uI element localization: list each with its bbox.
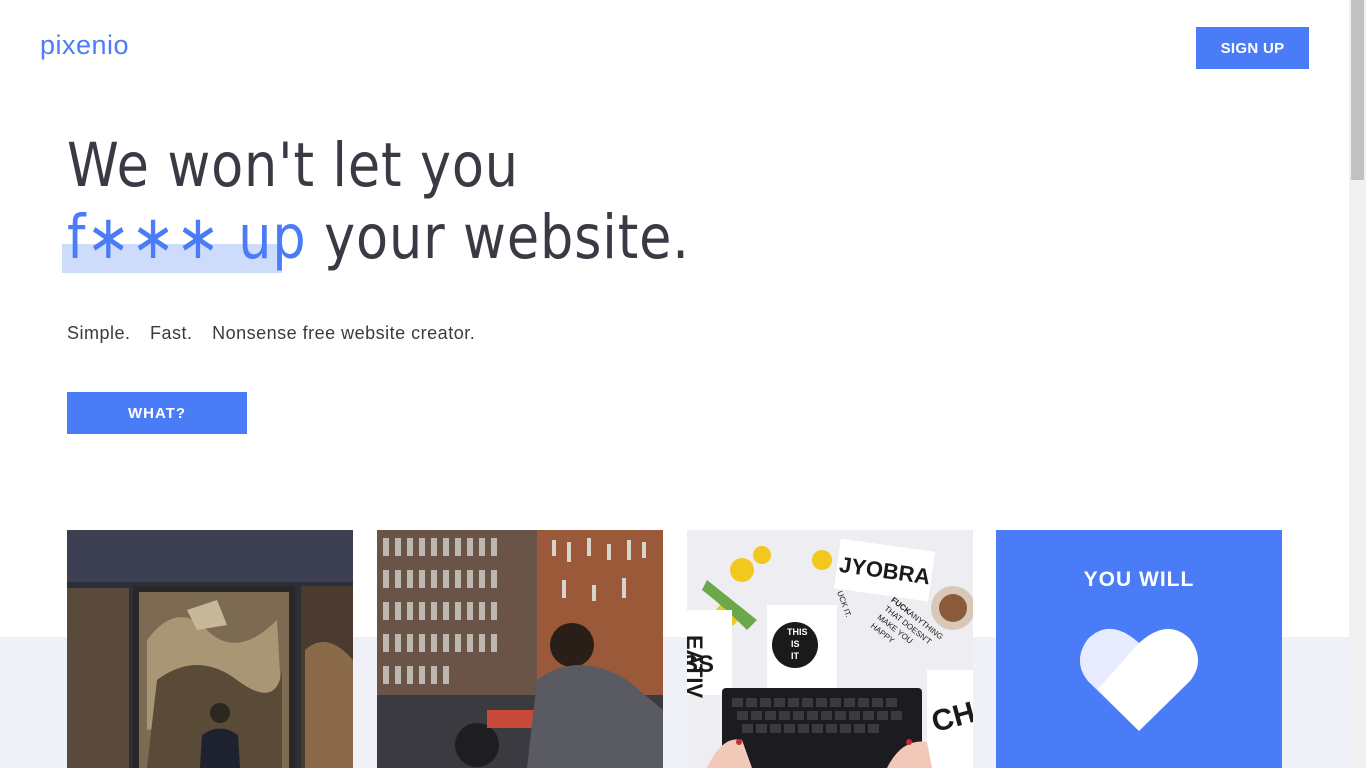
what-button[interactable]: WHAT? bbox=[67, 392, 247, 434]
you-will-title: YOU WILL bbox=[1083, 568, 1195, 591]
scrollbar-thumb[interactable] bbox=[1351, 0, 1364, 180]
you-will-card[interactable]: YOU WILL bbox=[996, 530, 1282, 768]
hero-headline: We won't let you f∗∗∗ up your website. bbox=[67, 130, 791, 274]
desk-side-left-2: SS bbox=[687, 651, 714, 678]
headline-line-2-rest: your website. bbox=[306, 202, 690, 273]
gallery-painting-illustration bbox=[67, 530, 353, 768]
workshop-illustration bbox=[377, 530, 663, 768]
sticker-line-3: IT bbox=[791, 651, 800, 661]
tagline-fast: Fast. bbox=[150, 323, 193, 343]
sticker-line-1: THIS bbox=[787, 627, 808, 637]
desk-keyboard-photo[interactable]: JYOBRA EATIV SS THIS IS IT UCK IT. FUCK … bbox=[687, 530, 973, 768]
headline-line-1: We won't let you bbox=[67, 130, 519, 201]
headline-line-2: f∗∗∗ up your website. bbox=[67, 202, 690, 274]
tagline-description: Nonsense free website creator. bbox=[212, 323, 476, 343]
desk-keyboard-illustration: JYOBRA EATIV SS THIS IS IT UCK IT. FUCK … bbox=[687, 530, 973, 768]
tagline-simple: Simple. bbox=[67, 323, 131, 343]
pixenio-logo[interactable]: pixenio bbox=[40, 30, 129, 61]
sticker-line-2: IS bbox=[791, 639, 800, 649]
censored-phrase: f∗∗∗ up bbox=[67, 202, 307, 273]
workshop-photo[interactable] bbox=[377, 530, 663, 768]
page: pixenio SIGN UP We won't let you f∗∗∗ up… bbox=[0, 0, 1349, 768]
signup-button[interactable]: SIGN UP bbox=[1196, 27, 1309, 69]
gallery-painting-photo[interactable] bbox=[67, 530, 353, 768]
hero-tagline: Simple. Fast. Nonsense free website crea… bbox=[67, 323, 489, 344]
heart-icon bbox=[1080, 628, 1198, 731]
scrollbar[interactable] bbox=[1349, 0, 1366, 768]
